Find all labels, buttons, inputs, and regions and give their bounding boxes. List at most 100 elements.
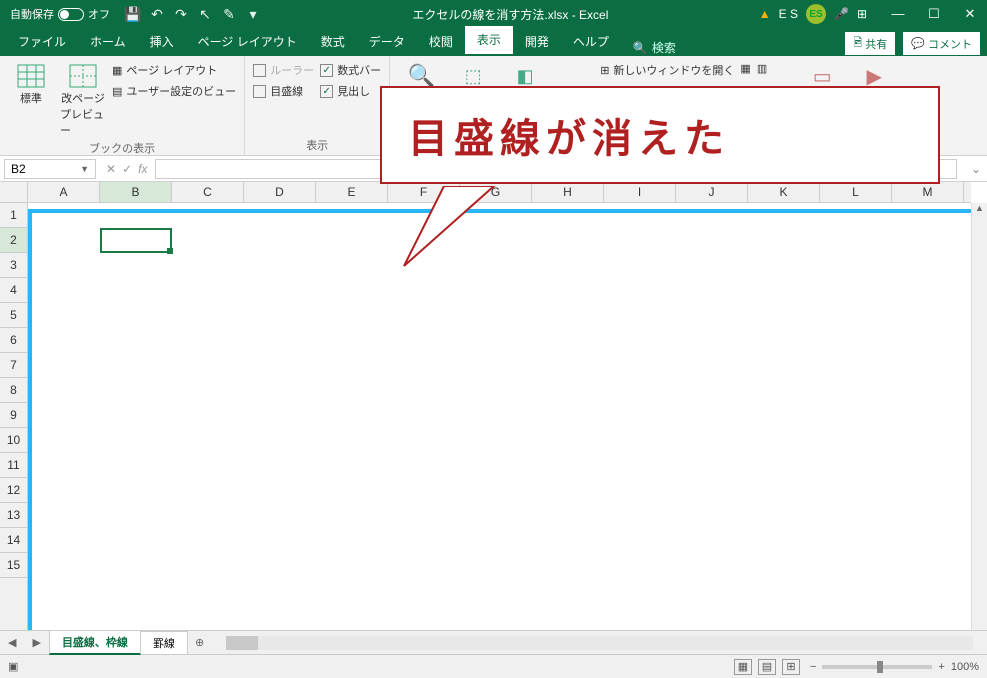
tab-review[interactable]: 校閲 [417, 28, 465, 56]
qat-more-icon[interactable]: ▾ [244, 5, 262, 23]
formula-expand-icon[interactable]: ⌄ [965, 162, 987, 176]
tab-view[interactable]: 表示 [465, 26, 513, 56]
col-header[interactable]: B [100, 182, 172, 202]
col-header[interactable]: M [892, 182, 964, 202]
pagebreak-shortcut-icon[interactable]: ⊞ [782, 659, 800, 675]
tab-file[interactable]: ファイル [6, 28, 78, 56]
name-box[interactable]: B2 ▼ [4, 159, 96, 179]
zoom-in-icon[interactable]: + [938, 661, 944, 673]
col-header[interactable]: C [172, 182, 244, 202]
record-macro-icon[interactable]: ▣ [8, 660, 18, 673]
freeze-icon[interactable]: ▥ [757, 60, 767, 77]
row-header[interactable]: 15 [0, 553, 27, 578]
hscroll-thumb[interactable] [226, 636, 258, 650]
row-header[interactable]: 10 [0, 428, 27, 453]
row-header[interactable]: 2 [0, 228, 27, 253]
share-button[interactable]: 🖻 共有 [844, 31, 896, 56]
col-header[interactable]: G [460, 182, 532, 202]
row-header[interactable]: 4 [0, 278, 27, 303]
touch-icon[interactable]: ✎ [220, 5, 238, 23]
ribbon-options-icon[interactable]: ⊞ [857, 7, 867, 21]
save-icon[interactable]: 💾 [124, 5, 142, 23]
col-header[interactable]: E [316, 182, 388, 202]
switch-window-button[interactable]: ▭ [799, 60, 845, 90]
user-avatar[interactable]: ES [806, 4, 826, 24]
col-header[interactable]: F [388, 182, 460, 202]
macros-button[interactable]: ▶ [851, 60, 897, 90]
tab-insert[interactable]: 挿入 [138, 28, 186, 56]
headings-checkbox[interactable]: ✓ 見出し [320, 81, 381, 101]
zoom-value[interactable]: 100% [951, 661, 979, 673]
tab-help[interactable]: ヘルプ [561, 28, 621, 56]
zoom100-button[interactable]: ⬚ [450, 60, 496, 90]
scroll-up-icon[interactable]: ▲ [972, 203, 987, 219]
zoom-selection-button[interactable]: ◧ [502, 60, 548, 90]
name-box-dropdown-icon[interactable]: ▼ [80, 164, 89, 174]
cursor-icon[interactable]: ↖ [196, 5, 214, 23]
zoom-button[interactable]: 🔍 [398, 60, 444, 90]
cell-grid[interactable] [28, 203, 971, 630]
autosave-label: 自動保存 [10, 6, 54, 22]
add-sheet-icon[interactable]: ⊕ [187, 636, 212, 649]
cancel-icon[interactable]: ✕ [106, 162, 116, 176]
pagelayout-button[interactable]: ▦ ページ レイアウト [112, 60, 236, 80]
row-header[interactable]: 7 [0, 353, 27, 378]
formula-input[interactable] [155, 159, 956, 179]
row-header[interactable]: 5 [0, 303, 27, 328]
normal-view-button[interactable]: 標準 [8, 60, 54, 106]
tab-data[interactable]: データ [357, 28, 417, 56]
col-header[interactable]: D [244, 182, 316, 202]
select-all-corner[interactable] [0, 182, 28, 203]
selected-cell[interactable] [100, 228, 172, 253]
tab-home[interactable]: ホーム [78, 28, 138, 56]
row-header[interactable]: 1 [0, 203, 27, 228]
vertical-scrollbar[interactable]: ▲ [971, 203, 987, 630]
minimize-button[interactable]: — [885, 6, 911, 22]
zoom-slider[interactable] [822, 665, 932, 669]
undo-icon[interactable]: ↶ [148, 5, 166, 23]
maximize-button[interactable]: ☐ [921, 6, 947, 22]
fx-icon[interactable]: fx [138, 162, 147, 176]
row-header[interactable]: 3 [0, 253, 27, 278]
col-header[interactable]: H [532, 182, 604, 202]
row-header[interactable]: 11 [0, 453, 27, 478]
zoom-out-icon[interactable]: − [810, 661, 816, 673]
formulabar-checkbox[interactable]: ✓ 数式バー [320, 60, 381, 80]
enter-icon[interactable]: ✓ [122, 162, 132, 176]
zoom-knob[interactable] [877, 661, 883, 673]
redo-icon[interactable]: ↷ [172, 5, 190, 23]
sheet-nav-prev-icon[interactable]: ◀ [0, 636, 24, 649]
col-header[interactable]: K [748, 182, 820, 202]
arrange-icon[interactable]: ▦ [740, 60, 750, 77]
tab-formula[interactable]: 数式 [309, 28, 357, 56]
row-header[interactable]: 13 [0, 503, 27, 528]
row-header[interactable]: 14 [0, 528, 27, 553]
ruler-checkbox[interactable]: ルーラー [253, 60, 314, 80]
row-header[interactable]: 8 [0, 378, 27, 403]
gridlines-checkbox[interactable]: 目盛線 [253, 81, 314, 101]
sheet-nav-next-icon[interactable]: ▶ [24, 636, 48, 649]
search-box[interactable]: 🔍 検索 [633, 39, 676, 56]
pagelayout-shortcut-icon[interactable]: ▤ [758, 659, 776, 675]
sheet-tab-1[interactable]: 目盛線、枠線 [49, 630, 141, 655]
horizontal-scrollbar[interactable] [226, 636, 973, 650]
row-header[interactable]: 9 [0, 403, 27, 428]
custom-view-button[interactable]: ▤ ユーザー設定のビュー [112, 81, 236, 101]
pagebreak-preview-button[interactable]: 改ページ プレビュー [60, 60, 106, 138]
sheet-tab-2[interactable]: 罫線 [140, 631, 188, 654]
col-header[interactable]: L [820, 182, 892, 202]
mic-icon[interactable]: 🎤 [834, 7, 849, 21]
tab-dev[interactable]: 開発 [513, 28, 561, 56]
row-header[interactable]: 12 [0, 478, 27, 503]
autosave-toggle[interactable]: 自動保存 オフ [4, 5, 116, 23]
col-header[interactable]: J [676, 182, 748, 202]
row-header[interactable]: 6 [0, 328, 27, 353]
warning-icon[interactable]: ▲ [759, 7, 771, 21]
col-header[interactable]: A [28, 182, 100, 202]
new-window-button[interactable]: ⊞ 新しいウィンドウを開く [600, 60, 734, 80]
col-header[interactable]: I [604, 182, 676, 202]
normal-shortcut-icon[interactable]: ▦ [734, 659, 752, 675]
comment-button[interactable]: 💬 コメント [902, 31, 981, 56]
close-button[interactable]: ✕ [957, 6, 983, 22]
tab-layout[interactable]: ページ レイアウト [186, 28, 309, 56]
